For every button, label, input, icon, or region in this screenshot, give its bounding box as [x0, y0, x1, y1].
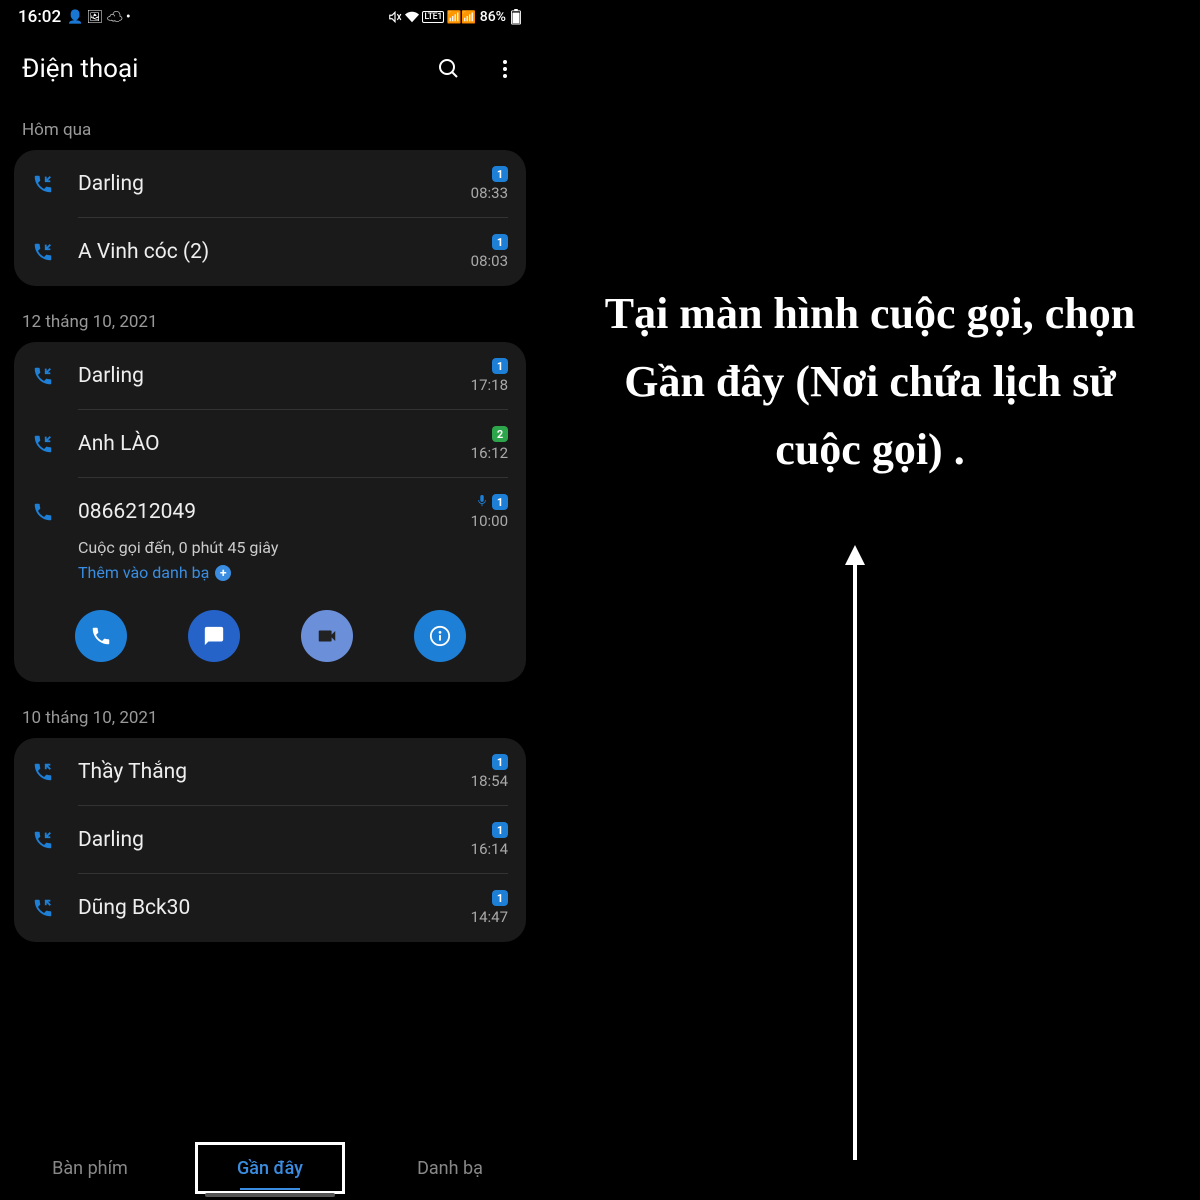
plus-icon: + — [215, 565, 231, 581]
call-row[interactable]: Anh LÀO 2 16:12 — [14, 410, 526, 478]
call-time: 08:33 — [471, 184, 508, 202]
home-indicator[interactable] — [205, 1193, 335, 1197]
call-row[interactable]: A Vinh cóc (2) 1 08:03 — [14, 218, 526, 286]
call-name: Anh LÀO — [78, 432, 471, 456]
section-header-oct10: 10 tháng 10, 2021 — [0, 682, 540, 738]
more-icon[interactable] — [492, 56, 518, 82]
outgoing-call-icon — [32, 897, 60, 919]
outgoing-call-icon — [32, 761, 60, 783]
call-time: 08:03 — [471, 252, 508, 270]
section-header-oct12: 12 tháng 10, 2021 — [0, 286, 540, 342]
incoming-call-icon — [32, 365, 60, 387]
status-app-icons: 👤 🖼 ☁ • — [67, 10, 130, 25]
call-name: A Vinh cóc (2) — [78, 240, 471, 264]
phone-screen: 16:02 👤 🖼 ☁ • LTE1 📶📶 86% Điện thoại H — [0, 0, 540, 1200]
sim-badge: 1 — [492, 494, 508, 510]
status-battery: 86% — [480, 9, 506, 25]
tab-contacts[interactable]: Danh bạ — [360, 1136, 540, 1200]
sim-badge: 1 — [492, 890, 508, 906]
incoming-call-icon — [32, 829, 60, 851]
call-detail: Cuộc gọi đến, 0 phút 45 giây Thêm vào da… — [14, 538, 526, 596]
info-button[interactable] — [414, 610, 466, 662]
call-group: Darling 1 08:33 A Vinh cóc (2) 1 08:03 — [14, 150, 526, 286]
battery-icon — [510, 9, 522, 25]
call-name: Darling — [78, 172, 471, 196]
call-button[interactable] — [75, 610, 127, 662]
call-time: 16:14 — [471, 840, 508, 858]
sim-badge: 2 — [492, 426, 508, 442]
sim-badge: 1 — [492, 166, 508, 182]
sim-badge: 1 — [492, 754, 508, 770]
sim-badge: 1 — [492, 822, 508, 838]
call-name: 0866212049 — [78, 500, 471, 524]
call-time: 18:54 — [471, 772, 508, 790]
call-name: Darling — [78, 364, 471, 388]
app-title: Điện thoại — [22, 54, 138, 84]
call-actions — [14, 596, 526, 682]
status-time: 16:02 — [18, 7, 61, 27]
call-row-expanded[interactable]: 0866212049 1 10:00 — [14, 478, 526, 538]
sim-badge: 1 — [492, 234, 508, 250]
recording-icon — [477, 495, 487, 510]
call-time: 14:47 — [471, 908, 508, 926]
call-time: 10:00 — [471, 512, 508, 530]
message-button[interactable] — [188, 610, 240, 662]
sim-badge: 1 — [492, 358, 508, 374]
add-to-contacts-link[interactable]: Thêm vào danh bạ + — [78, 563, 508, 582]
call-row[interactable]: Dũng Bck30 1 14:47 — [14, 874, 526, 942]
call-name: Darling — [78, 828, 471, 852]
call-name: Thầy Thắng — [78, 760, 471, 784]
call-name: Dũng Bck30 — [78, 896, 471, 920]
video-call-button[interactable] — [301, 610, 353, 662]
call-time: 17:18 — [471, 376, 508, 394]
call-row[interactable]: Darling 1 16:14 — [14, 806, 526, 874]
status-bar: 16:02 👤 🖼 ☁ • LTE1 📶📶 86% — [0, 0, 540, 34]
tutorial-annotation-text: Tại màn hình cuộc gọi, chọn Gần đây (Nơi… — [580, 280, 1160, 485]
status-network-icons: LTE1 📶📶 — [388, 10, 475, 24]
tab-recent[interactable]: Gần đây — [180, 1136, 360, 1200]
incoming-call-icon — [32, 173, 60, 195]
tab-keypad[interactable]: Bàn phím — [0, 1136, 180, 1200]
call-row[interactable]: Thầy Thắng 1 18:54 — [14, 738, 526, 806]
incoming-call-icon — [32, 241, 60, 263]
search-icon[interactable] — [436, 56, 462, 82]
call-group: Darling 1 17:18 Anh LÀO 2 16:12 08662120… — [14, 342, 526, 682]
incoming-call-icon — [32, 433, 60, 455]
app-header: Điện thoại — [0, 34, 540, 94]
call-row[interactable]: Darling 1 17:18 — [14, 342, 526, 410]
call-row[interactable]: Darling 1 08:33 — [14, 150, 526, 218]
incoming-call-icon — [32, 501, 60, 523]
tutorial-arrow — [840, 540, 900, 1180]
call-duration-text: Cuộc gọi đến, 0 phút 45 giây — [78, 538, 508, 557]
section-header-yesterday: Hôm qua — [0, 94, 540, 150]
bottom-tabs: Bàn phím Gần đây Danh bạ — [0, 1136, 540, 1200]
call-group: Thầy Thắng 1 18:54 Darling 1 16:14 Dũng … — [14, 738, 526, 942]
call-time: 16:12 — [471, 444, 508, 462]
